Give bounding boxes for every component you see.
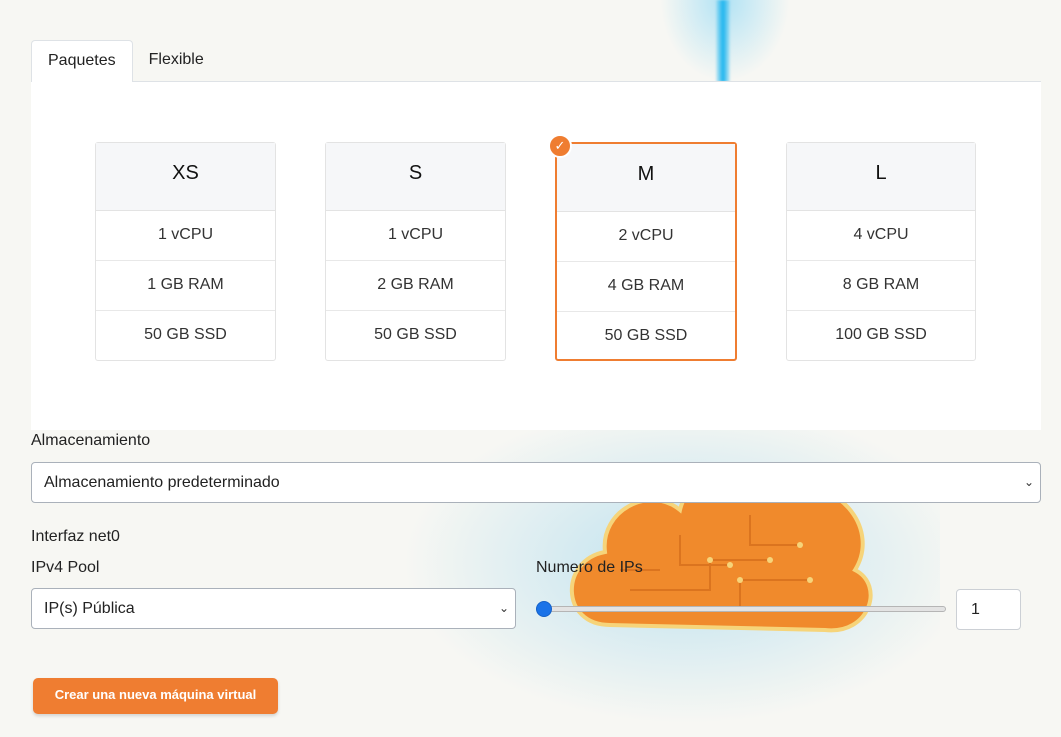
plan-disk: 50 GB SSD: [604, 327, 688, 344]
plan-name: XS: [96, 143, 275, 211]
plan-name: M: [557, 144, 735, 212]
plan-ram: 2 GB RAM: [326, 261, 505, 311]
chevron-down-icon: ⌄: [498, 601, 509, 615]
plan-cpu: 1 vCPU: [326, 211, 505, 261]
ip-count-input[interactable]: 1: [956, 589, 1021, 630]
storage-select[interactable]: Almacenamiento predeterminado ⌄: [31, 462, 1041, 503]
chevron-down-icon: ⌄: [1023, 475, 1034, 489]
plan-disk: 50 GB SSD: [374, 326, 457, 343]
storage-selected-value: Almacenamiento predeterminado: [44, 474, 280, 491]
plan-disk: 50 GB SSD: [144, 326, 227, 343]
plan-card-xs[interactable]: XS 1 vCPU 1 GB RAM 50 GB SSD: [95, 142, 276, 361]
interface-label: Interfaz net0: [31, 528, 120, 545]
plan-cpu: 4 vCPU: [787, 211, 975, 261]
ipv4-pool-selected-value: IP(s) Pública: [44, 600, 135, 617]
plan-card-m[interactable]: M 2 vCPU 4 GB RAM 50 GB SSD: [555, 142, 737, 361]
ip-count-label: Numero de IPs: [536, 559, 643, 576]
plan-card-s[interactable]: S 1 vCPU 2 GB RAM 50 GB SSD: [325, 142, 506, 361]
slider-thumb[interactable]: [536, 601, 552, 617]
plan-name: S: [326, 143, 505, 211]
plan-ram: 4 GB RAM: [557, 262, 735, 312]
plan-disk: 100 GB SSD: [835, 326, 927, 343]
plan-name: L: [787, 143, 975, 211]
ipv4-pool-label: IPv4 Pool: [31, 559, 100, 576]
selected-check-icon: ✓: [548, 134, 572, 158]
plan-ram: 1 GB RAM: [96, 261, 275, 311]
ipv4-pool-select[interactable]: IP(s) Pública ⌄: [31, 588, 516, 629]
tab-flexible[interactable]: Flexible: [133, 40, 220, 82]
storage-label: Almacenamiento: [31, 432, 151, 449]
packages-panel: XS 1 vCPU 1 GB RAM 50 GB SSD S 1 vCPU 2 …: [31, 82, 1041, 430]
slider-track: [536, 606, 946, 612]
plan-cpu: 2 vCPU: [557, 212, 735, 262]
tab-paquetes[interactable]: Paquetes: [31, 40, 133, 83]
plan-card-l[interactable]: L 4 vCPU 8 GB RAM 100 GB SSD: [786, 142, 976, 361]
ip-count-slider[interactable]: [536, 600, 946, 618]
plan-type-tabs: Paquetes Flexible: [31, 40, 1041, 83]
create-vm-button[interactable]: Crear una nueva máquina virtual: [33, 678, 278, 714]
plan-cpu: 1 vCPU: [96, 211, 275, 261]
plan-ram: 8 GB RAM: [787, 261, 975, 311]
